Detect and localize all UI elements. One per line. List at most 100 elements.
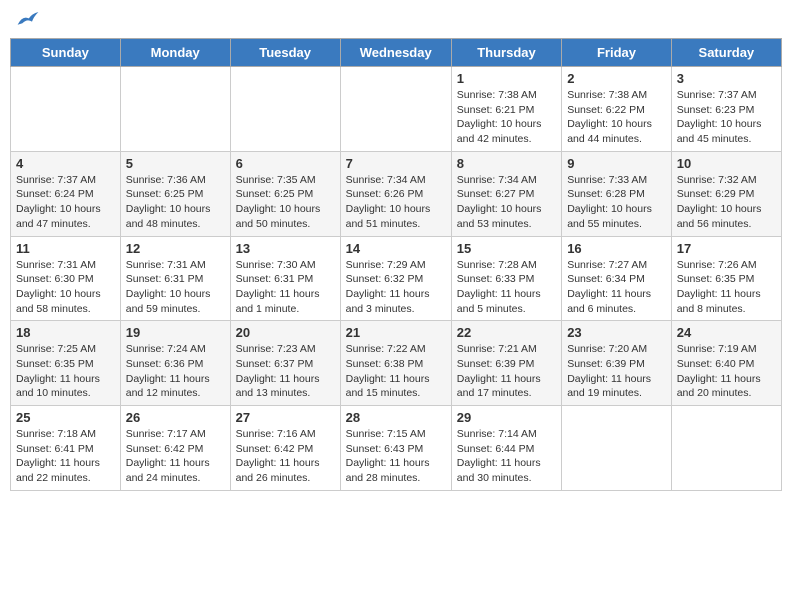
day-number: 2 — [567, 71, 666, 86]
calendar-cell — [11, 67, 121, 152]
day-info: Sunrise: 7:34 AM Sunset: 6:27 PM Dayligh… — [457, 173, 556, 232]
day-number: 20 — [236, 325, 335, 340]
weekday-header-wednesday: Wednesday — [340, 39, 451, 67]
day-info: Sunrise: 7:26 AM Sunset: 6:35 PM Dayligh… — [677, 258, 776, 317]
calendar-cell: 18 Sunrise: 7:25 AM Sunset: 6:35 PM Dayli… — [11, 321, 121, 406]
calendar-cell: 11 Sunrise: 7:31 AM Sunset: 6:30 PM Dayli… — [11, 236, 121, 321]
day-number: 3 — [677, 71, 776, 86]
day-number: 7 — [346, 156, 446, 171]
calendar-cell: 10 Sunrise: 7:32 AM Sunset: 6:29 PM Dayli… — [671, 151, 781, 236]
day-info: Sunrise: 7:34 AM Sunset: 6:26 PM Dayligh… — [346, 173, 446, 232]
day-info: Sunrise: 7:22 AM Sunset: 6:38 PM Dayligh… — [346, 342, 446, 401]
day-number: 11 — [16, 241, 115, 256]
calendar-cell: 7 Sunrise: 7:34 AM Sunset: 6:26 PM Daylig… — [340, 151, 451, 236]
calendar-cell: 19 Sunrise: 7:24 AM Sunset: 6:36 PM Dayli… — [120, 321, 230, 406]
logo — [14, 10, 40, 30]
day-number: 25 — [16, 410, 115, 425]
calendar-cell: 20 Sunrise: 7:23 AM Sunset: 6:37 PM Dayli… — [230, 321, 340, 406]
calendar-cell — [230, 67, 340, 152]
calendar-cell: 23 Sunrise: 7:20 AM Sunset: 6:39 PM Dayli… — [562, 321, 672, 406]
calendar-cell: 25 Sunrise: 7:18 AM Sunset: 6:41 PM Dayli… — [11, 406, 121, 491]
calendar-week-row: 11 Sunrise: 7:31 AM Sunset: 6:30 PM Dayli… — [11, 236, 782, 321]
calendar-cell: 14 Sunrise: 7:29 AM Sunset: 6:32 PM Dayli… — [340, 236, 451, 321]
calendar-cell: 27 Sunrise: 7:16 AM Sunset: 6:42 PM Dayli… — [230, 406, 340, 491]
calendar-cell: 16Sunrise: 7:27 AM Sunset: 6:34 PM Dayli… — [562, 236, 672, 321]
day-number: 9 — [567, 156, 666, 171]
day-info: Sunrise: 7:20 AM Sunset: 6:39 PM Dayligh… — [567, 342, 666, 401]
day-info: Sunrise: 7:15 AM Sunset: 6:43 PM Dayligh… — [346, 427, 446, 486]
calendar-cell — [671, 406, 781, 491]
calendar-cell: 22Sunrise: 7:21 AM Sunset: 6:39 PM Dayli… — [451, 321, 561, 406]
day-info: Sunrise: 7:37 AM Sunset: 6:23 PM Dayligh… — [677, 88, 776, 147]
day-info: Sunrise: 7:25 AM Sunset: 6:35 PM Dayligh… — [16, 342, 115, 401]
day-info: Sunrise: 7:37 AM Sunset: 6:24 PM Dayligh… — [16, 173, 115, 232]
calendar-cell: 12 Sunrise: 7:31 AM Sunset: 6:31 PM Dayli… — [120, 236, 230, 321]
day-info: Sunrise: 7:32 AM Sunset: 6:29 PM Dayligh… — [677, 173, 776, 232]
calendar-cell: 13Sunrise: 7:30 AM Sunset: 6:31 PM Dayli… — [230, 236, 340, 321]
day-info: Sunrise: 7:16 AM Sunset: 6:42 PM Dayligh… — [236, 427, 335, 486]
calendar-cell — [562, 406, 672, 491]
day-number: 14 — [346, 241, 446, 256]
day-number: 18 — [16, 325, 115, 340]
day-number: 5 — [126, 156, 225, 171]
day-number: 10 — [677, 156, 776, 171]
day-info: Sunrise: 7:27 AM Sunset: 6:34 PM Dayligh… — [567, 258, 666, 317]
day-info: Sunrise: 7:21 AM Sunset: 6:39 PM Dayligh… — [457, 342, 556, 401]
calendar-cell: 26Sunrise: 7:17 AM Sunset: 6:42 PM Dayli… — [120, 406, 230, 491]
day-info: Sunrise: 7:30 AM Sunset: 6:31 PM Dayligh… — [236, 258, 335, 317]
calendar-cell: 21 Sunrise: 7:22 AM Sunset: 6:38 PM Dayli… — [340, 321, 451, 406]
page-header — [10, 10, 782, 30]
day-info: Sunrise: 7:36 AM Sunset: 6:25 PM Dayligh… — [126, 173, 225, 232]
weekday-header-saturday: Saturday — [671, 39, 781, 67]
calendar-cell: 17 Sunrise: 7:26 AM Sunset: 6:35 PM Dayli… — [671, 236, 781, 321]
calendar-week-row: 4 Sunrise: 7:37 AM Sunset: 6:24 PM Daylig… — [11, 151, 782, 236]
day-number: 21 — [346, 325, 446, 340]
day-info: Sunrise: 7:23 AM Sunset: 6:37 PM Dayligh… — [236, 342, 335, 401]
calendar-cell — [120, 67, 230, 152]
day-info: Sunrise: 7:33 AM Sunset: 6:28 PM Dayligh… — [567, 173, 666, 232]
day-info: Sunrise: 7:14 AM Sunset: 6:44 PM Dayligh… — [457, 427, 556, 486]
calendar-cell: 9 Sunrise: 7:33 AM Sunset: 6:28 PM Daylig… — [562, 151, 672, 236]
day-info: Sunrise: 7:29 AM Sunset: 6:32 PM Dayligh… — [346, 258, 446, 317]
day-info: Sunrise: 7:24 AM Sunset: 6:36 PM Dayligh… — [126, 342, 225, 401]
calendar-week-row: 1Sunrise: 7:38 AM Sunset: 6:21 PM Daylig… — [11, 67, 782, 152]
calendar-cell: 2 Sunrise: 7:38 AM Sunset: 6:22 PM Daylig… — [562, 67, 672, 152]
day-info: Sunrise: 7:17 AM Sunset: 6:42 PM Dayligh… — [126, 427, 225, 486]
day-number: 15 — [457, 241, 556, 256]
day-number: 4 — [16, 156, 115, 171]
calendar-cell — [340, 67, 451, 152]
calendar-week-row: 18 Sunrise: 7:25 AM Sunset: 6:35 PM Dayli… — [11, 321, 782, 406]
day-number: 24 — [677, 325, 776, 340]
day-number: 19 — [126, 325, 225, 340]
weekday-header-thursday: Thursday — [451, 39, 561, 67]
weekday-header-row: SundayMondayTuesdayWednesdayThursdayFrid… — [11, 39, 782, 67]
calendar-cell: 3 Sunrise: 7:37 AM Sunset: 6:23 PM Daylig… — [671, 67, 781, 152]
day-number: 8 — [457, 156, 556, 171]
calendar-cell: 29Sunrise: 7:14 AM Sunset: 6:44 PM Dayli… — [451, 406, 561, 491]
day-info: Sunrise: 7:31 AM Sunset: 6:31 PM Dayligh… — [126, 258, 225, 317]
day-info: Sunrise: 7:38 AM Sunset: 6:22 PM Dayligh… — [567, 88, 666, 147]
calendar-table: SundayMondayTuesdayWednesdayThursdayFrid… — [10, 38, 782, 491]
day-number: 23 — [567, 325, 666, 340]
day-number: 1 — [457, 71, 556, 86]
logo-bird-icon — [16, 10, 40, 30]
day-number: 28 — [346, 410, 446, 425]
day-info: Sunrise: 7:18 AM Sunset: 6:41 PM Dayligh… — [16, 427, 115, 486]
weekday-header-friday: Friday — [562, 39, 672, 67]
day-number: 17 — [677, 241, 776, 256]
weekday-header-tuesday: Tuesday — [230, 39, 340, 67]
day-number: 6 — [236, 156, 335, 171]
day-number: 27 — [236, 410, 335, 425]
calendar-week-row: 25 Sunrise: 7:18 AM Sunset: 6:41 PM Dayli… — [11, 406, 782, 491]
calendar-cell: 8 Sunrise: 7:34 AM Sunset: 6:27 PM Daylig… — [451, 151, 561, 236]
day-info: Sunrise: 7:19 AM Sunset: 6:40 PM Dayligh… — [677, 342, 776, 401]
day-info: Sunrise: 7:31 AM Sunset: 6:30 PM Dayligh… — [16, 258, 115, 317]
day-info: Sunrise: 7:28 AM Sunset: 6:33 PM Dayligh… — [457, 258, 556, 317]
calendar-cell: 15 Sunrise: 7:28 AM Sunset: 6:33 PM Dayli… — [451, 236, 561, 321]
calendar-cell: 6Sunrise: 7:35 AM Sunset: 6:25 PM Daylig… — [230, 151, 340, 236]
calendar-cell: 1Sunrise: 7:38 AM Sunset: 6:21 PM Daylig… — [451, 67, 561, 152]
weekday-header-sunday: Sunday — [11, 39, 121, 67]
calendar-cell: 24 Sunrise: 7:19 AM Sunset: 6:40 PM Dayli… — [671, 321, 781, 406]
day-number: 12 — [126, 241, 225, 256]
calendar-cell: 5 Sunrise: 7:36 AM Sunset: 6:25 PM Daylig… — [120, 151, 230, 236]
